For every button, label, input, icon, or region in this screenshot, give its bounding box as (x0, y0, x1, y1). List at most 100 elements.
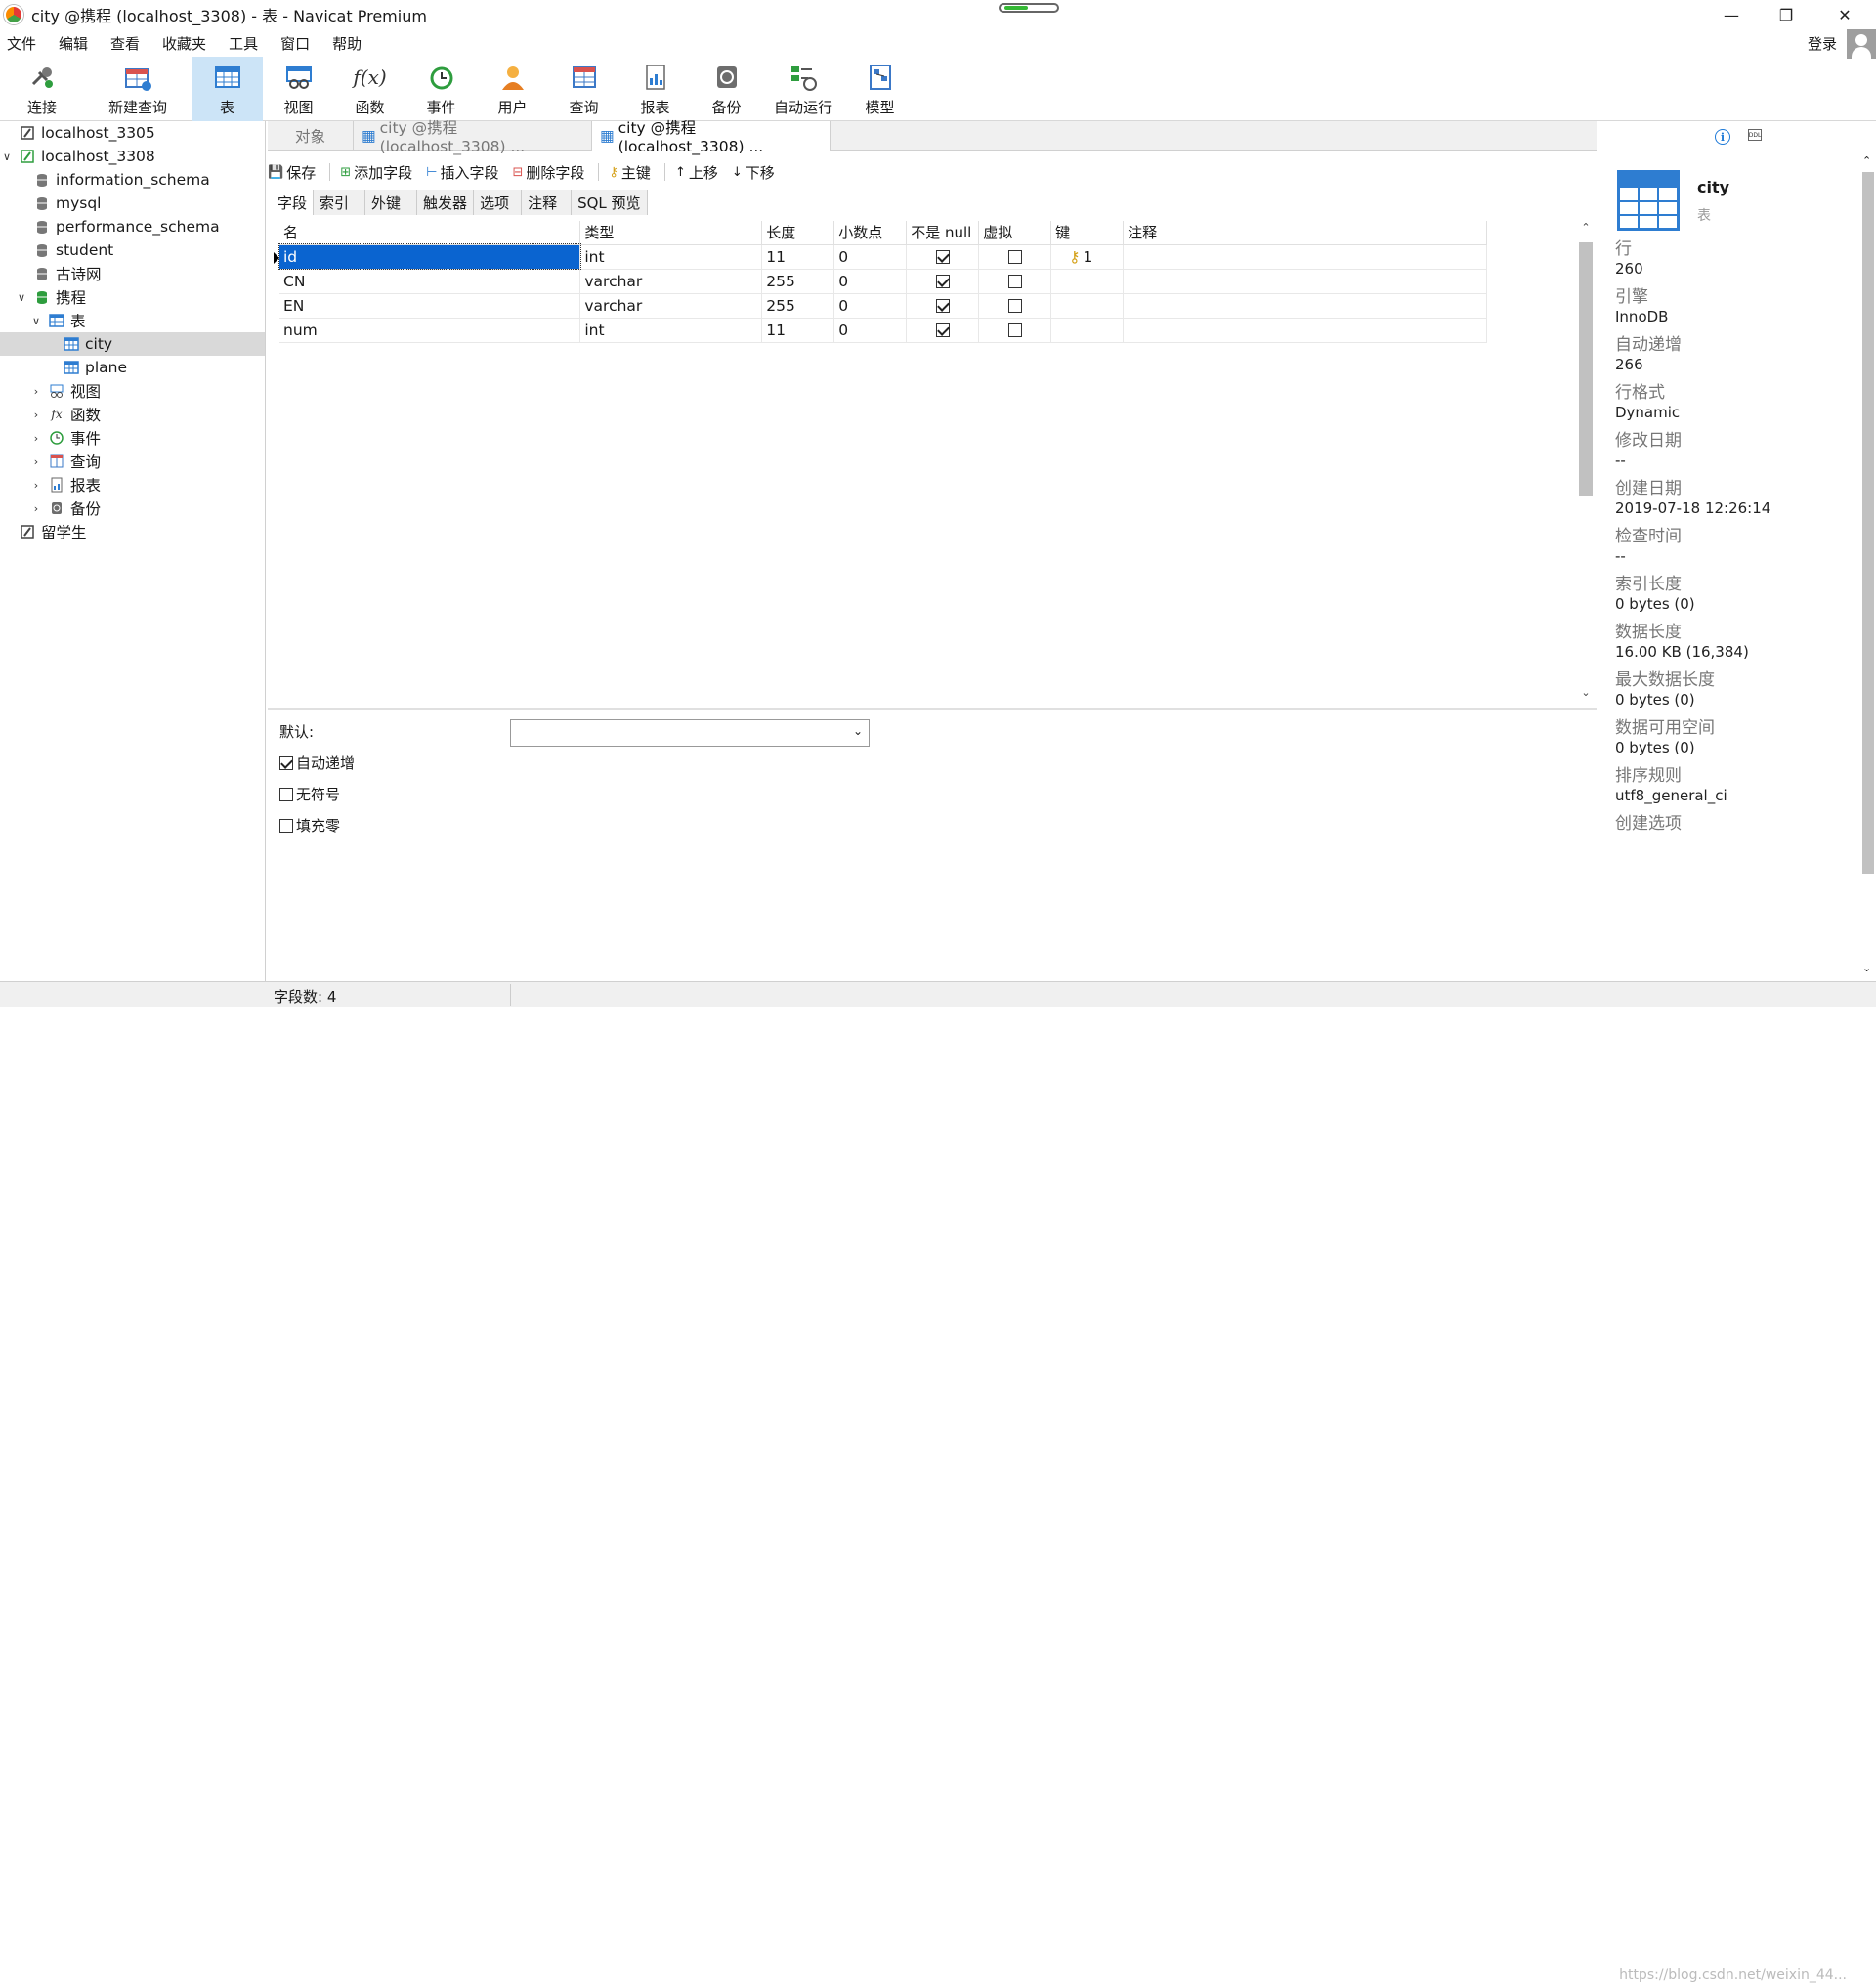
field-comment-cell[interactable] (1123, 269, 1487, 294)
ddl-icon[interactable]: DDL (1748, 129, 1762, 141)
toolbar-report-button[interactable]: 报表 (619, 57, 691, 121)
tab-sql-preview[interactable]: SQL 预览 (572, 190, 648, 215)
checkbox-icon[interactable] (1007, 250, 1022, 264)
field-name-cell[interactable]: id (278, 243, 581, 270)
tree-item-plane[interactable]: plane (0, 356, 265, 379)
not-null-cell[interactable] (906, 269, 980, 294)
field-type-cell[interactable]: varchar (579, 269, 763, 294)
column-header-decimals[interactable]: 小数点 (833, 221, 908, 245)
tree-item-表[interactable]: ∨ 表 (0, 309, 265, 332)
tab-fields[interactable]: 字段 (272, 190, 315, 215)
panel-splitter[interactable] (268, 708, 1597, 710)
chevron-down-icon[interactable]: ∨ (1, 151, 13, 163)
move-up-button[interactable]: ↑ 上移 (675, 162, 718, 183)
chevron-right-icon[interactable]: › (30, 385, 42, 398)
info-scrollbar[interactable]: ⌃ ⌄ (1859, 154, 1876, 981)
menu-tools[interactable]: 工具 (222, 33, 274, 54)
zerofill-checkbox[interactable]: 填充零 (279, 815, 340, 836)
column-header-key[interactable]: 键 (1050, 221, 1125, 245)
tab-comment[interactable]: 注释 (522, 190, 573, 215)
toolbar-new-query-button[interactable]: 新建查询 (84, 57, 192, 121)
tree-item-information_schema[interactable]: information_schema (0, 168, 265, 192)
virtual-cell[interactable] (978, 293, 1052, 319)
login-link[interactable]: 登录 (1808, 33, 1837, 54)
toolbar-model-button[interactable]: 模型 (844, 57, 916, 121)
field-comment-cell[interactable] (1123, 318, 1487, 343)
add-field-button[interactable]: ⊞ 添加字段 (340, 162, 412, 183)
scrollbar-thumb[interactable] (1579, 242, 1593, 496)
chevron-down-icon[interactable]: ∨ (16, 291, 27, 304)
checkbox-icon[interactable] (1007, 275, 1022, 288)
virtual-cell[interactable] (978, 244, 1052, 270)
field-row[interactable]: num int 11 0 (279, 318, 1487, 343)
menu-file[interactable]: 文件 (0, 33, 52, 54)
tree-item-事件[interactable]: › 事件 (0, 426, 265, 450)
checkbox-icon[interactable] (935, 323, 950, 337)
toolbar-connect-button[interactable]: 连接 (0, 57, 84, 121)
column-header-length[interactable]: 长度 (761, 221, 835, 245)
tab-options[interactable]: 选项 (474, 190, 523, 215)
tree-item-报表[interactable]: › 报表 (0, 473, 265, 496)
field-row[interactable]: CN varchar 255 0 (279, 269, 1487, 294)
column-header-comment[interactable]: 注释 (1123, 221, 1487, 245)
field-type-cell[interactable]: varchar (579, 293, 763, 319)
field-name-cell[interactable]: EN (279, 293, 581, 319)
grid-scrollbar[interactable]: ⌃ ⌄ (1577, 221, 1595, 706)
checkbox-icon[interactable] (935, 275, 950, 288)
avatar-icon[interactable] (1847, 29, 1876, 59)
toolbar-autorun-button[interactable]: 自动运行 (762, 57, 844, 121)
chevron-right-icon[interactable]: › (30, 455, 42, 468)
scroll-up-icon[interactable]: ⌃ (1577, 221, 1595, 234)
scroll-down-icon[interactable]: ⌄ (1577, 686, 1595, 699)
column-header-virtual[interactable]: 虚拟 (978, 221, 1052, 245)
scroll-up-icon[interactable]: ⌃ (1862, 154, 1871, 167)
field-length-cell[interactable]: 11 (761, 244, 835, 270)
field-decimals-cell[interactable]: 0 (833, 293, 908, 319)
tree-item-student[interactable]: student (0, 238, 265, 262)
delete-field-button[interactable]: ⊟ 删除字段 (512, 162, 584, 183)
chevron-right-icon[interactable]: › (30, 409, 42, 421)
field-length-cell[interactable]: 255 (761, 269, 835, 294)
auto-increment-checkbox[interactable]: 自动递增 (279, 753, 355, 773)
toolbar-event-button[interactable]: 事件 (405, 57, 477, 121)
tab-indexes[interactable]: 索引 (314, 190, 366, 215)
field-type-cell[interactable]: int (579, 318, 763, 343)
tree-item-mysql[interactable]: mysql (0, 192, 265, 215)
menu-help[interactable]: 帮助 (325, 33, 377, 54)
chevron-right-icon[interactable]: › (30, 479, 42, 492)
key-cell[interactable] (1050, 318, 1125, 343)
toolbar-backup-button[interactable]: 备份 (691, 57, 762, 121)
minimize-button[interactable]: — (1704, 0, 1759, 29)
checkbox-icon[interactable] (935, 250, 950, 264)
scroll-down-icon[interactable]: ⌄ (1862, 962, 1871, 974)
field-comment-cell[interactable] (1123, 244, 1487, 270)
checkbox-icon[interactable] (1007, 299, 1022, 313)
field-length-cell[interactable]: 11 (761, 318, 835, 343)
menu-window[interactable]: 窗口 (274, 33, 325, 54)
menu-favorites[interactable]: 收藏夹 (155, 33, 222, 54)
column-header-not-null[interactable]: 不是 null (906, 221, 980, 245)
field-decimals-cell[interactable]: 0 (833, 318, 908, 343)
toolbar-user-button[interactable]: 用户 (477, 57, 548, 121)
primary-key-button[interactable]: ⚷ 主键 (609, 162, 651, 183)
chevron-down-icon[interactable]: ∨ (30, 315, 42, 327)
tree-item-携程[interactable]: ∨ 携程 (0, 285, 265, 309)
chevron-right-icon[interactable]: › (30, 432, 42, 445)
tree-item-localhost_3305[interactable]: localhost_3305 (0, 121, 265, 145)
tree-item-performance_schema[interactable]: performance_schema (0, 215, 265, 238)
key-cell[interactable]: ⚷ 1 (1050, 244, 1125, 270)
checkbox-icon[interactable] (935, 299, 950, 313)
field-decimals-cell[interactable]: 0 (833, 269, 908, 294)
unsigned-checkbox[interactable]: 无符号 (279, 784, 340, 804)
not-null-cell[interactable] (906, 293, 980, 319)
virtual-cell[interactable] (978, 318, 1052, 343)
field-row[interactable]: id int 11 0 ⚷ 1 (278, 243, 1487, 270)
toolbar-view-button[interactable]: 视图 (263, 57, 334, 121)
tree-item-留学生[interactable]: 留学生 (0, 520, 265, 543)
default-value-combobox[interactable]: ⌄ (510, 719, 870, 747)
tab-city-design-2[interactable]: ▦ city @携程 (localhost_3308) ... (592, 119, 831, 155)
tree-item-备份[interactable]: › 备份 (0, 496, 265, 520)
tab-triggers[interactable]: 触发器 (417, 190, 475, 215)
menu-edit[interactable]: 编辑 (52, 33, 104, 54)
move-down-button[interactable]: ↓ 下移 (732, 162, 775, 183)
